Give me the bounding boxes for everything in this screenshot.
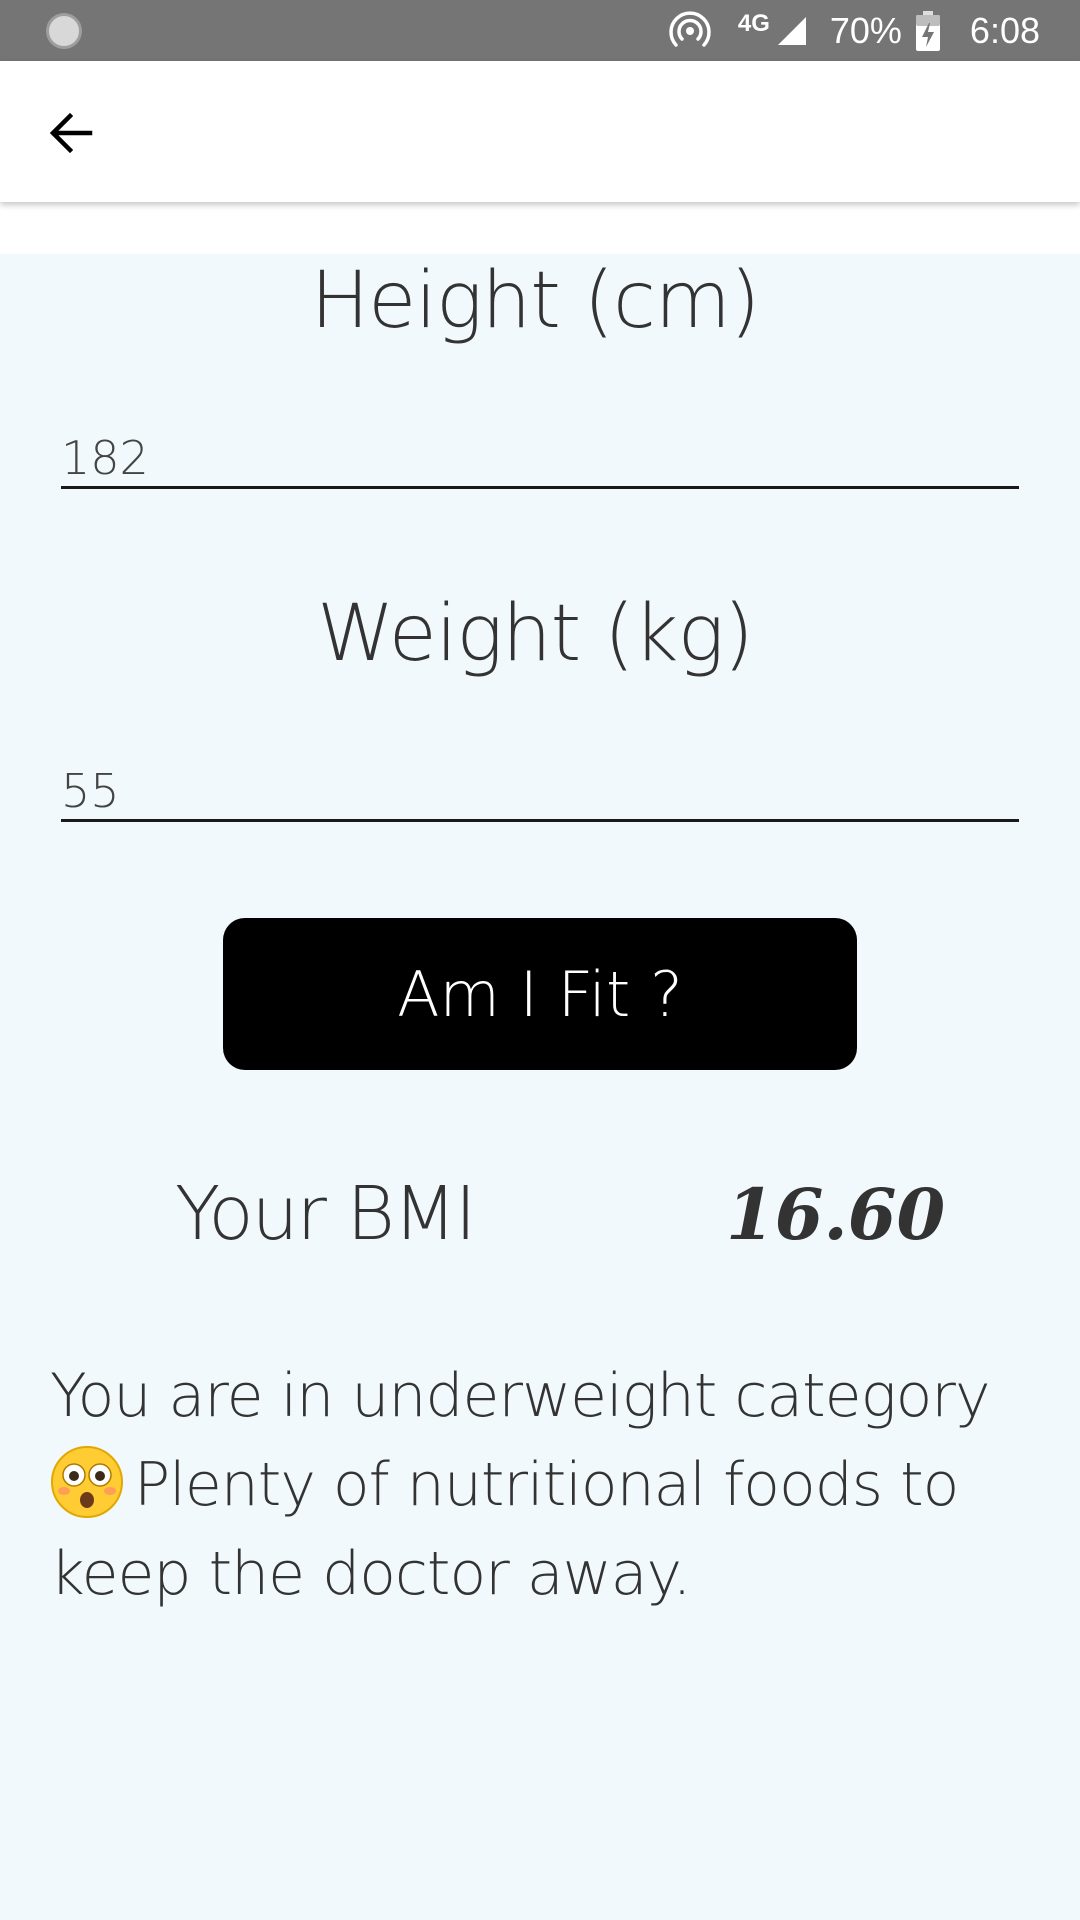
battery-percent: 70% (829, 9, 902, 51)
advice-tip-text: Plenty of nutritional foods to keep the … (50, 1450, 959, 1609)
weight-field[interactable] (61, 763, 1019, 822)
cell-signal-icon (777, 16, 806, 45)
bmi-advice-message: You are in underweight category Plenty o… (50, 1352, 1040, 1619)
status-right-group: 4G 70% 6:08 (668, 0, 1080, 61)
header-spacer (0, 202, 1080, 254)
weight-input[interactable] (61, 763, 1019, 819)
flushed-face-icon (51, 1446, 123, 1518)
network-type: 4G (737, 9, 770, 37)
weight-label: Weight (kg) (317, 589, 754, 679)
hotspot-icon (669, 10, 711, 47)
app-bar (0, 61, 1080, 202)
height-label: Height (cm) (310, 256, 761, 346)
am-i-fit-button[interactable]: Am I Fit ? (223, 918, 857, 1070)
clock: 6:08 (969, 9, 1040, 51)
status-bar: 4G 70% 6:08 (0, 0, 1080, 61)
sync-status-icon (46, 13, 82, 49)
height-field[interactable] (61, 430, 1019, 489)
battery-charging-icon (915, 10, 940, 51)
arrow-left-icon (49, 112, 93, 154)
back-button[interactable] (36, 98, 106, 168)
bmi-label: Your BMI (175, 1171, 477, 1257)
advice-category-text: You are in underweight category (50, 1361, 990, 1431)
bmi-value: 16.60 (726, 1173, 946, 1256)
height-input[interactable] (61, 430, 1019, 486)
